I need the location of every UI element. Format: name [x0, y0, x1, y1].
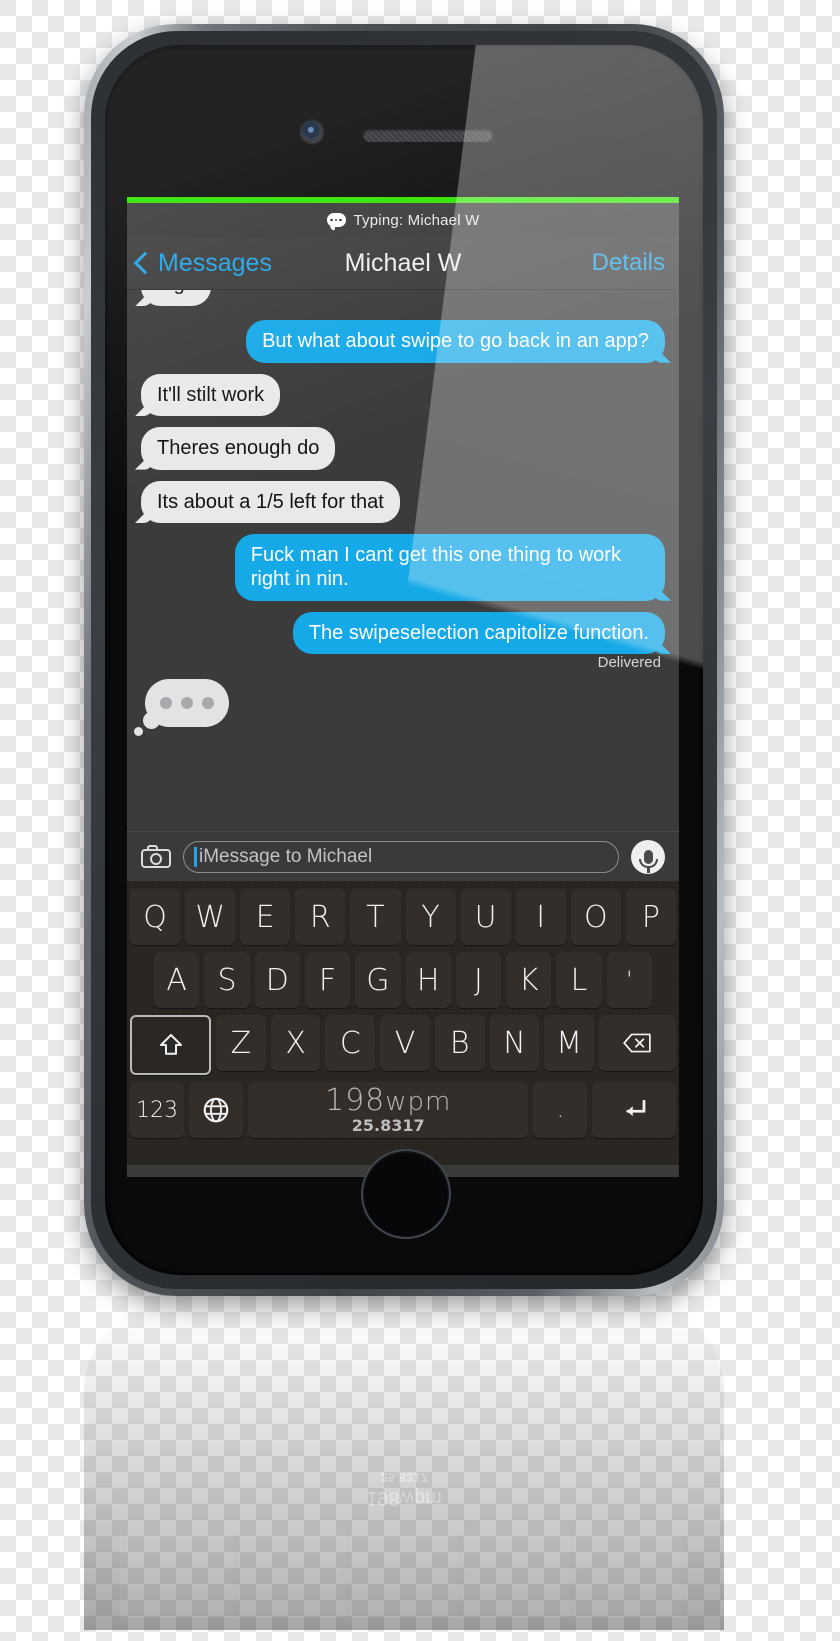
key-f[interactable]: F: [304, 952, 351, 1008]
iphone-device: Typing: Michael W Messages Michael W Det…: [84, 24, 724, 1296]
key-c[interactable]: C: [325, 1015, 376, 1071]
back-label: Messages: [158, 248, 272, 277]
message-bubble-incoming[interactable]: Its about a 1/5 left for that: [141, 480, 400, 523]
details-button[interactable]: Details: [592, 249, 665, 277]
text-caret: [194, 846, 197, 867]
return-key[interactable]: [592, 1082, 677, 1138]
typing-status-text: Typing: Michael W: [353, 211, 480, 229]
key-o[interactable]: O: [570, 889, 621, 945]
keyboard-row-3: Z X C V B N M: [130, 1015, 677, 1075]
key-v[interactable]: V: [380, 1015, 430, 1071]
space-key[interactable]: 198wpm 25.8317: [247, 1082, 529, 1138]
message-input-bar: iMessage to Michael: [127, 831, 679, 881]
delivery-status-label: Delivered: [597, 654, 661, 672]
key-n[interactable]: N: [489, 1015, 540, 1071]
typing-indicator-icon: [134, 679, 229, 737]
key-y[interactable]: Y: [405, 889, 456, 945]
typing-status-bar: Typing: Michael W: [127, 203, 679, 237]
message-bubble-incoming[interactable]: tags: [141, 290, 211, 307]
period-key[interactable]: .: [533, 1082, 588, 1138]
key-u[interactable]: U: [460, 889, 511, 945]
typing-speed-sub: 25.8317: [351, 1116, 425, 1135]
phone-bezel: Typing: Michael W Messages Michael W Det…: [105, 45, 703, 1275]
key-g[interactable]: G: [355, 952, 401, 1008]
message-row[interactable]: Its about a 1/5 left for that: [141, 480, 665, 523]
key-m[interactable]: M: [544, 1015, 594, 1071]
message-bubble-outgoing[interactable]: The swipeselection capitolize function.: [292, 611, 665, 655]
message-row[interactable]: But what about swipe to go back in an ap…: [141, 320, 665, 363]
typing-speed-value: 198wpm: [324, 1083, 452, 1118]
key-w[interactable]: W: [185, 889, 236, 945]
microphone-icon[interactable]: [631, 839, 665, 874]
message-input-placeholder: iMessage to Michael: [199, 845, 373, 867]
phone-chassis: Typing: Michael W Messages Michael W Det…: [91, 31, 717, 1289]
numbers-key[interactable]: 123: [130, 1082, 184, 1138]
key-s[interactable]: S: [204, 952, 250, 1008]
reflection-typing-speed: 198wpm: [366, 1487, 442, 1509]
key-a[interactable]: A: [154, 952, 200, 1008]
reflection-typing-sub: 25.8317: [380, 1470, 428, 1485]
key-q[interactable]: Q: [130, 889, 181, 945]
key-l[interactable]: L: [556, 952, 602, 1008]
reflection-body: 198wpm 25.8317: [84, 1300, 724, 1630]
message-input-field[interactable]: iMessage to Michael: [183, 840, 619, 873]
key-e[interactable]: E: [240, 889, 291, 945]
virtual-keyboard[interactable]: Q W E R T Y U I O P A S D F G H J K L ' …: [127, 881, 679, 1165]
chevron-left-icon: [133, 251, 157, 275]
message-bubble-incoming[interactable]: Theres enough do: [141, 427, 336, 470]
key-t[interactable]: T: [350, 889, 401, 945]
camera-icon[interactable]: [141, 845, 171, 868]
message-row[interactable]: Theres enough do: [141, 427, 665, 470]
key-j[interactable]: J: [455, 952, 502, 1008]
front-camera-icon: [301, 121, 323, 143]
message-bubble-incoming[interactable]: It'll stilt work: [141, 373, 281, 417]
key-k[interactable]: K: [506, 952, 552, 1008]
message-thread[interactable]: tags But what about swipe to go back in …: [127, 290, 679, 831]
message-bubble-outgoing[interactable]: Fuck man I cant get this one thing to wo…: [234, 533, 665, 601]
key-r[interactable]: R: [295, 889, 346, 945]
home-button[interactable]: [361, 1149, 451, 1239]
message-row[interactable]: tags: [141, 290, 665, 307]
key-b[interactable]: B: [434, 1015, 485, 1071]
globe-language-icon: [203, 1097, 229, 1123]
key-h[interactable]: H: [405, 952, 451, 1008]
keyboard-row-1: Q W E R T Y U I O P: [130, 889, 676, 945]
phone-screen: Typing: Michael W Messages Michael W Det…: [127, 197, 679, 1177]
chat-bubble-icon: [326, 213, 346, 227]
key-z[interactable]: Z: [216, 1015, 266, 1071]
keyboard-row-2: A S D F G H J K L ': [130, 952, 676, 1008]
device-reflection: 198wpm 25.8317: [84, 1300, 724, 1630]
message-row[interactable]: Fuck man I cant get this one thing to wo…: [141, 533, 665, 601]
back-to-messages-button[interactable]: Messages: [133, 248, 272, 278]
key-d[interactable]: D: [254, 952, 300, 1008]
shift-up-arrow-icon: [159, 1034, 182, 1055]
return-enter-icon: [626, 1099, 646, 1117]
shift-key[interactable]: [130, 1015, 212, 1075]
key-i[interactable]: I: [515, 889, 566, 945]
globe-key[interactable]: [188, 1082, 243, 1138]
keyboard-row-4: 123 198wpm 25.8317 .: [130, 1082, 677, 1138]
key-x[interactable]: X: [270, 1015, 321, 1071]
backspace-delete-icon: [623, 1033, 652, 1053]
message-row[interactable]: The swipeselection capitolize function.: [141, 611, 665, 655]
earpiece-speaker-icon: [363, 129, 493, 142]
message-row[interactable]: It'll stilt work: [141, 373, 665, 417]
typing-indicator-row: [134, 679, 665, 737]
key-apostrophe[interactable]: ': [606, 952, 652, 1008]
backspace-key[interactable]: [598, 1015, 677, 1071]
navigation-bar: Messages Michael W Details: [127, 237, 679, 290]
key-p[interactable]: P: [625, 889, 676, 945]
message-bubble-outgoing[interactable]: But what about swipe to go back in an ap…: [246, 320, 665, 363]
